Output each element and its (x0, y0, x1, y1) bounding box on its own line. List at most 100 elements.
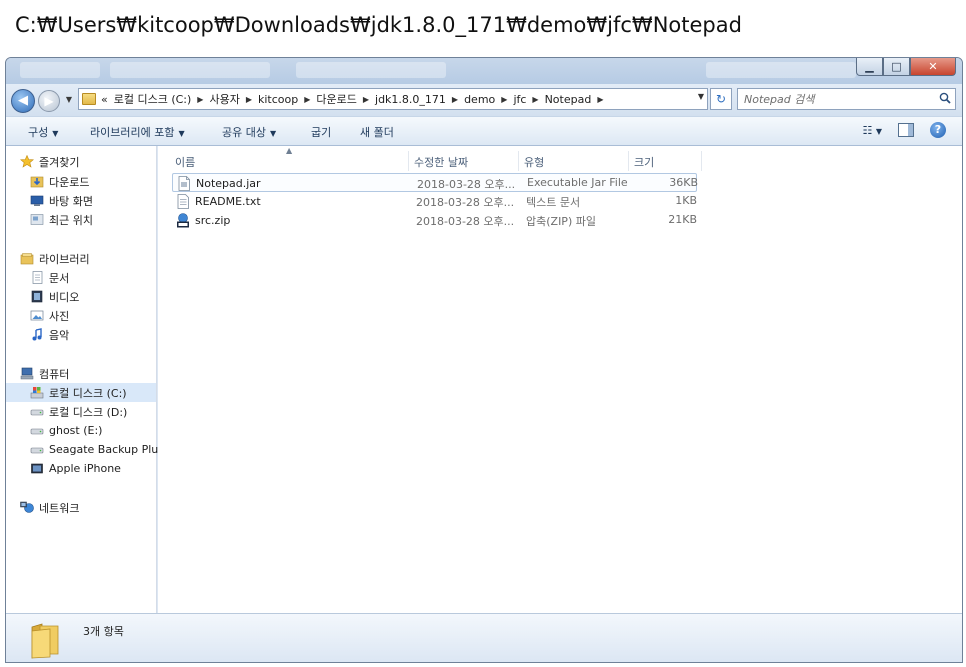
file-row-readme-txt[interactable]: README.txt 2018-03-28 오후... 텍스트 문서 1KB (172, 192, 697, 211)
close-button[interactable]: ✕ (910, 58, 956, 76)
file-modified: 2018-03-28 오후... (416, 196, 515, 209)
nav-item-local-disk-c[interactable]: 로컬 디스크 (C:) (6, 383, 156, 402)
background-taskbar-ghost (110, 62, 270, 78)
column-header-name[interactable]: 이름 (175, 154, 195, 170)
column-divider[interactable] (628, 151, 629, 171)
organize-label: 구성 (28, 126, 49, 139)
help-icon[interactable]: ? (930, 122, 946, 138)
system-drive-icon (30, 387, 44, 399)
folder-icon (82, 93, 96, 105)
zip-file-icon (177, 213, 189, 228)
documents-icon (32, 271, 43, 284)
nav-item-label: ghost (E:) (49, 424, 103, 437)
preview-pane-icon[interactable] (898, 123, 914, 137)
address-bar[interactable]: « 로컬 디스크 (C:) ▶ 사용자 ▶ kitcoop ▶ 다운로드 ▶ jdk1.… (78, 88, 708, 110)
address-history-dropdown[interactable]: ▼ (698, 92, 704, 101)
search-box (737, 88, 956, 110)
column-divider[interactable] (701, 151, 702, 171)
chevron-right-icon[interactable]: ▶ (246, 95, 252, 104)
file-modified: 2018-03-28 오후... (416, 215, 515, 228)
caret-down-icon: ▼ (178, 129, 185, 138)
chevron-right-icon[interactable]: ▶ (597, 95, 603, 104)
nav-item-label: 최근 위치 (49, 213, 93, 227)
explorer-window: ▁ □ ✕ ◀ ▶ ▼ « 로컬 디스크 (C:) ▶ 사용자 ▶ kitcoop ▶… (5, 57, 963, 663)
phone-device-icon (31, 463, 43, 474)
background-taskbar-ghost (296, 62, 446, 78)
chevron-right-icon[interactable]: ▶ (304, 95, 310, 104)
breadcrumb-users[interactable]: 사용자 (209, 91, 239, 107)
nav-item-label: Apple iPhone (49, 462, 121, 475)
breadcrumb: 로컬 디스크 (C:) ▶ 사용자 ▶ kitcoop ▶ 다운로드 ▶ jdk1.8.… (114, 91, 610, 107)
file-name: src.zip (195, 214, 231, 227)
share-with-label: 공유 대상 (222, 126, 266, 139)
view-details-icon: ☷ (862, 124, 873, 137)
column-header-type[interactable]: 유형 (524, 154, 544, 170)
downloads-folder-icon (30, 176, 44, 188)
file-type: 텍스트 문서 (526, 196, 581, 209)
file-row-notepad-jar[interactable]: Notepad.jar 2018-03-28 오후... Executable … (172, 173, 698, 192)
background-taskbar-ghost (706, 62, 856, 78)
file-name-cell: README.txt (176, 194, 261, 209)
burn-button[interactable]: 굽기 (311, 124, 331, 140)
nav-item-label: 문서 (49, 271, 70, 285)
file-row-src-zip[interactable]: src.zip 2018-03-28 오후... 압축(ZIP) 파일 21KB (172, 211, 697, 230)
column-divider[interactable] (518, 151, 519, 171)
share-with-menu[interactable]: 공유 대상 ▼ (222, 124, 276, 140)
path-caption: C:₩Users₩kitcoop₩Downloads₩jdk1.8.0_171₩… (15, 13, 742, 37)
breadcrumb-jdk[interactable]: jdk1.8.0_171 (375, 93, 446, 106)
breadcrumb-kitcoop[interactable]: kitcoop (258, 93, 298, 106)
music-note-icon (32, 328, 42, 341)
file-name-cell: Notepad.jar (177, 176, 261, 191)
include-in-library-menu[interactable]: 라이브러리에 포함 ▼ (90, 124, 185, 140)
hard-drive-icon (30, 428, 44, 435)
breadcrumb-local-disk-c[interactable]: 로컬 디스크 (C:) (114, 91, 192, 107)
breadcrumb-demo[interactable]: demo (464, 93, 495, 106)
chevron-right-icon[interactable]: ▶ (363, 95, 369, 104)
nav-computer[interactable]: 컴퓨터 (20, 364, 170, 383)
column-header-size[interactable]: 크기 (634, 154, 654, 170)
chevron-right-icon[interactable]: ▶ (532, 95, 538, 104)
desktop-icon (30, 195, 44, 206)
star-icon (20, 155, 34, 168)
file-type: 압축(ZIP) 파일 (526, 215, 596, 228)
recent-places-icon (30, 214, 44, 225)
nav-item-label: 음악 (49, 328, 70, 342)
command-bar: 구성 ▼ 라이브러리에 포함 ▼ 공유 대상 ▼ 굽기 새 폴더 ☷ ▼ ? (6, 116, 962, 146)
sort-ascending-icon: ▲ (286, 146, 293, 155)
navigation-bar: ◀ ▶ ▼ « 로컬 디스크 (C:) ▶ 사용자 ▶ kitcoop ▶ 다운로드 ▶… (6, 84, 962, 116)
chevron-right-icon[interactable]: ▶ (452, 95, 458, 104)
nav-libraries[interactable]: 라이브러리 (20, 249, 170, 268)
column-divider[interactable] (408, 151, 409, 171)
nav-item-label: 로컬 디스크 (D:) (49, 405, 128, 419)
nav-item-label: Seagate Backup Plu (49, 443, 159, 456)
new-folder-button[interactable]: 새 폴더 (360, 124, 394, 140)
breadcrumb-downloads[interactable]: 다운로드 (316, 91, 356, 107)
file-name: README.txt (195, 195, 261, 208)
nav-favorites[interactable]: 즐겨찾기 (20, 152, 170, 171)
change-view-button[interactable]: ☷ ▼ (862, 124, 882, 137)
column-header-modified[interactable]: 수정한 날짜 (414, 154, 468, 170)
breadcrumb-jfc[interactable]: jfc (513, 93, 526, 106)
maximize-button[interactable]: □ (883, 58, 910, 76)
jar-file-icon (178, 176, 190, 191)
caret-down-icon: ▼ (269, 129, 277, 138)
search-icon[interactable] (939, 92, 951, 104)
organize-menu[interactable]: 구성 ▼ (28, 124, 58, 140)
chevron-right-icon[interactable]: ▶ (197, 95, 203, 104)
nav-network[interactable]: 네트워크 (20, 498, 170, 517)
search-input[interactable] (738, 89, 928, 109)
file-modified: 2018-03-28 오후... (417, 178, 516, 191)
minimize-button[interactable]: ▁ (856, 58, 883, 76)
forward-button[interactable]: ▶ (38, 90, 60, 112)
address-overflow-button[interactable]: « (101, 93, 108, 106)
nav-libraries-label: 라이브러리 (39, 252, 90, 266)
background-taskbar-ghost (20, 62, 100, 78)
chevron-right-icon[interactable]: ▶ (501, 95, 507, 104)
back-button[interactable]: ◀ (11, 89, 35, 113)
refresh-button[interactable]: ↻ (710, 88, 732, 110)
file-size: 1KB (675, 194, 697, 207)
title-bar[interactable]: ▁ □ ✕ (6, 58, 962, 84)
breadcrumb-notepad[interactable]: Notepad (545, 93, 592, 106)
recent-pages-dropdown[interactable]: ▼ (63, 93, 75, 107)
nav-item-label: 다운로드 (49, 175, 90, 189)
